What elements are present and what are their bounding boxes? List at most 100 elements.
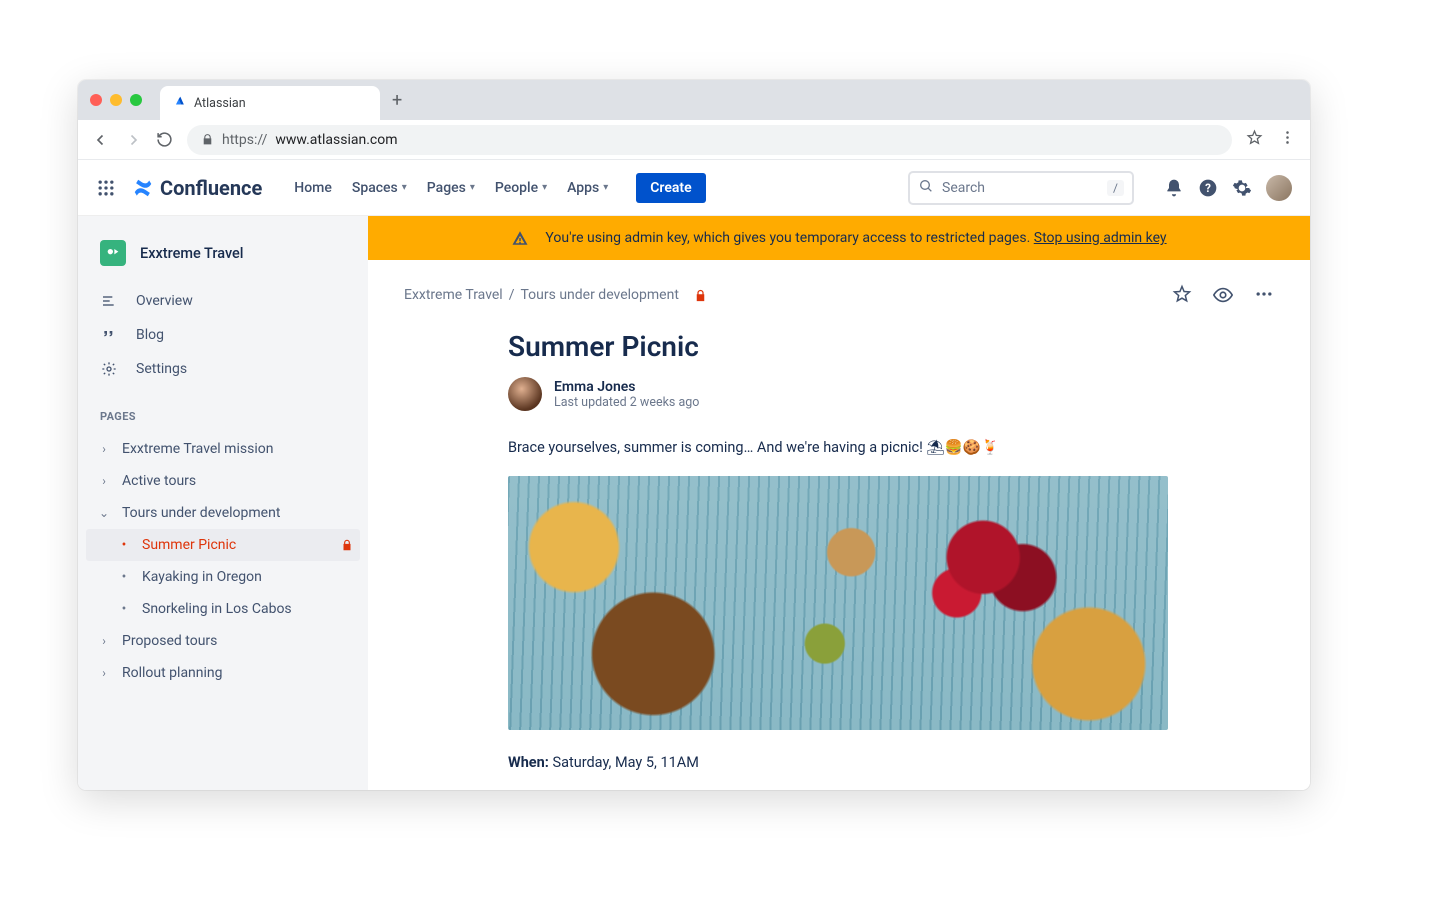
browser-address-bar: https:// www.atlassian.com	[78, 120, 1310, 160]
reload-button[interactable]	[156, 131, 173, 148]
app-switcher-icon[interactable]	[96, 178, 116, 198]
user-avatar[interactable]	[1266, 175, 1292, 201]
watch-button[interactable]	[1212, 284, 1234, 306]
tree-item-rollout[interactable]: ›Rollout planning	[86, 657, 360, 689]
space-header[interactable]: Exxtreme Travel	[86, 234, 360, 284]
chevron-right-icon: ›	[96, 442, 112, 456]
tree-item-snorkeling[interactable]: •Snorkeling in Los Cabos	[86, 593, 360, 625]
page-title: Summer Picnic	[508, 330, 1168, 363]
browser-toolbar-right	[1246, 129, 1296, 150]
chevron-right-icon: ›	[96, 474, 112, 488]
author-avatar[interactable]	[508, 377, 542, 411]
author-name[interactable]: Emma Jones	[554, 379, 699, 395]
confluence-logo[interactable]: Confluence	[132, 176, 262, 200]
browser-tab-title: Atlassian	[194, 96, 246, 111]
browser-window: Atlassian + https:// www.atlassian.com C…	[78, 80, 1310, 790]
sidebar-settings[interactable]: Settings	[86, 352, 360, 386]
notifications-icon[interactable]	[1164, 178, 1184, 198]
close-window-button[interactable]	[90, 94, 102, 106]
breadcrumb-row: Exxtreme Travel / Tours under developmen…	[404, 284, 1274, 306]
tree-item-mission[interactable]: ›Exxtreme Travel mission	[86, 433, 360, 465]
window-controls	[90, 94, 142, 106]
app-body: Exxtreme Travel Overview Blog Settings P…	[78, 216, 1310, 790]
tree-item-active-tours[interactable]: ›Active tours	[86, 465, 360, 497]
url-host: www.atlassian.com	[275, 132, 397, 148]
chevron-down-icon: ▾	[542, 182, 547, 193]
hero-image	[508, 476, 1168, 730]
tree-item-summer-picnic[interactable]: • Summer Picnic	[86, 529, 360, 561]
forward-button[interactable]	[124, 131, 142, 149]
nav-links: Home Spaces▾ Pages▾ People▾ Apps▾	[286, 174, 616, 202]
main-content: You're using admin key, which gives you …	[368, 216, 1310, 790]
sidebar-overview[interactable]: Overview	[86, 284, 360, 318]
tree-item-tours-dev[interactable]: ⌄Tours under development	[86, 497, 360, 529]
search-icon	[918, 178, 934, 198]
sidebar: Exxtreme Travel Overview Blog Settings P…	[78, 216, 368, 790]
space-name: Exxtreme Travel	[140, 245, 244, 262]
last-updated: Last updated 2 weeks ago	[554, 395, 699, 410]
banner-text: You're using admin key, which gives you …	[545, 230, 1030, 246]
bullet-icon: •	[116, 569, 132, 585]
maximize-window-button[interactable]	[130, 94, 142, 106]
settings-gear-icon[interactable]	[1232, 178, 1252, 198]
intro-paragraph: Brace yourselves, summer is coming… And …	[508, 439, 1168, 456]
sidebar-item-label: Overview	[136, 293, 193, 309]
page-actions	[1172, 284, 1274, 306]
more-actions-button[interactable]	[1254, 284, 1274, 306]
when-value: Saturday, May 5, 11AM	[552, 754, 698, 771]
nav-apps[interactable]: Apps▾	[559, 174, 616, 202]
search-input[interactable]: Search /	[908, 171, 1134, 205]
atlassian-favicon-icon	[172, 94, 186, 112]
sidebar-item-label: Settings	[136, 361, 187, 377]
byline: Emma Jones Last updated 2 weeks ago	[508, 377, 1168, 411]
chevron-right-icon: ›	[96, 634, 112, 648]
nav-spaces[interactable]: Spaces▾	[344, 174, 415, 202]
nav-home[interactable]: Home	[286, 174, 340, 202]
banner-stop-link[interactable]: Stop using admin key	[1034, 230, 1167, 246]
url-protocol: https://	[222, 132, 267, 148]
minimize-window-button[interactable]	[110, 94, 122, 106]
nav-people[interactable]: People▾	[487, 174, 555, 202]
address-field[interactable]: https:// www.atlassian.com	[187, 125, 1232, 155]
browser-tab[interactable]: Atlassian	[160, 86, 380, 120]
new-tab-button[interactable]: +	[392, 90, 402, 111]
tree-item-kayaking[interactable]: •Kayaking in Oregon	[86, 561, 360, 593]
tree-item-proposed[interactable]: ›Proposed tours	[86, 625, 360, 657]
nav-pages[interactable]: Pages▾	[419, 174, 483, 202]
gear-icon	[100, 361, 118, 377]
help-icon[interactable]: ?	[1198, 178, 1218, 198]
bookmark-star-button[interactable]	[1246, 129, 1263, 150]
quote-icon	[100, 327, 118, 343]
bullet-icon: •	[116, 601, 132, 617]
bullet-icon: •	[116, 537, 132, 553]
star-button[interactable]	[1172, 284, 1192, 306]
when-line: When: Saturday, May 5, 11AM	[508, 754, 1168, 771]
back-button[interactable]	[92, 131, 110, 149]
breadcrumb-space[interactable]: Exxtreme Travel	[404, 287, 503, 303]
nav-right-icons: ?	[1164, 175, 1292, 201]
chevron-down-icon: ⌄	[96, 506, 112, 520]
chevron-down-icon: ▾	[603, 182, 608, 193]
sidebar-blog[interactable]: Blog	[86, 318, 360, 352]
lock-icon	[693, 288, 708, 303]
when-label: When:	[508, 754, 549, 771]
browser-menu-button[interactable]	[1279, 129, 1296, 150]
search-placeholder: Search	[942, 180, 985, 196]
lock-icon	[340, 538, 354, 552]
article: Summer Picnic Emma Jones Last updated 2 …	[508, 330, 1168, 771]
chevron-down-icon: ▾	[470, 182, 475, 193]
breadcrumb: Exxtreme Travel / Tours under developmen…	[404, 287, 708, 303]
svg-text:?: ?	[1205, 181, 1211, 195]
browser-tab-strip: Atlassian +	[78, 80, 1310, 120]
breadcrumb-page[interactable]: Tours under development	[521, 287, 679, 303]
warning-icon	[511, 229, 529, 247]
overview-icon	[100, 293, 118, 309]
brand-text: Confluence	[160, 176, 262, 200]
chevron-down-icon: ▾	[402, 182, 407, 193]
page-content: Exxtreme Travel / Tours under developmen…	[368, 260, 1310, 790]
breadcrumb-sep: /	[509, 287, 515, 303]
admin-key-banner: You're using admin key, which gives you …	[368, 216, 1310, 260]
space-icon	[100, 240, 126, 266]
sidebar-item-label: Blog	[136, 327, 164, 343]
create-button[interactable]: Create	[636, 173, 705, 203]
